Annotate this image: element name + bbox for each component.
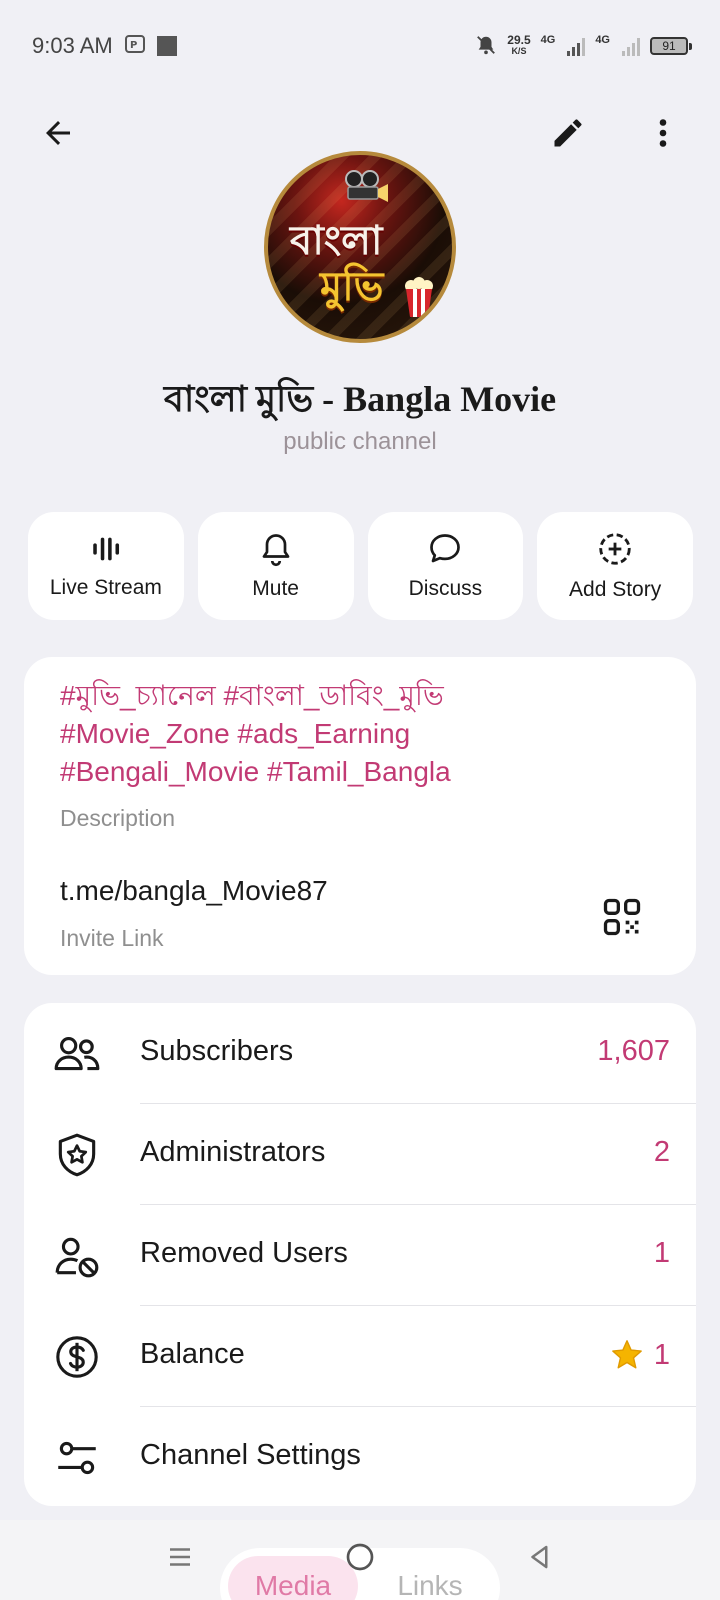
svg-text:P: P (130, 40, 137, 51)
back-button[interactable] (30, 105, 86, 161)
system-back-button[interactable] (515, 1532, 565, 1582)
description-line[interactable]: #Movie_Zone #ads_Earning (60, 715, 660, 753)
channel-settings-row[interactable]: Channel Settings (24, 1407, 696, 1506)
tab-links[interactable]: Links (370, 1556, 490, 1600)
pencil-icon (554, 119, 582, 147)
battery-icon: 91 (650, 37, 692, 55)
mute-button[interactable]: Mute (197, 512, 354, 620)
home-button[interactable] (335, 1532, 385, 1582)
more-vert-icon (659, 119, 667, 147)
balance-value-wrap: 1 (610, 1338, 670, 1372)
description-line[interactable]: #মুভি_চ্যানেল #বাংলা_ডাবিং_মুভি (60, 677, 660, 715)
channel-description[interactable]: #মুভি_চ্যানেল #বাংলা_ডাবিং_মুভি #Movie_Z… (60, 677, 660, 791)
channel-avatar[interactable]: বাংলা মুভি (264, 151, 456, 343)
more-options-button[interactable] (635, 105, 691, 161)
subscribers-label: Subscribers (140, 1035, 294, 1067)
battery-level: 91 (662, 39, 676, 53)
admin-shield-icon (50, 1128, 104, 1182)
mute-label: Mute (252, 577, 299, 600)
balance-amount: 1 (653, 1338, 670, 1371)
subscribers-icon (50, 1027, 104, 1081)
discuss-button[interactable]: Discuss (367, 512, 524, 620)
channel-management-card: Subscribers 1,607 Administrators 2 Remov… (24, 1003, 696, 1506)
description-line[interactable]: #Bengali_Movie #Tamil_Bangla (60, 753, 660, 791)
nfc-icon: P (124, 33, 145, 59)
network-type-2: 4G (595, 33, 610, 46)
channel-title: বাংলা মুভি - Bangla Movie (163, 379, 557, 419)
signal-icon-2 (622, 36, 640, 56)
action-buttons: Live Stream Mute Discuss Add Story (28, 512, 693, 620)
subscribers-row[interactable]: Subscribers 1,607 (24, 1003, 696, 1104)
removed-users-count: 1 (653, 1237, 670, 1269)
add-story-icon (599, 533, 631, 565)
invite-link[interactable]: t.me/bangla_Movie87 (60, 875, 328, 907)
bell-icon (262, 534, 289, 567)
live-stream-button[interactable]: Live Stream (28, 512, 184, 620)
popcorn-icon (405, 277, 433, 317)
chat-bubble-icon (430, 534, 461, 563)
edit-button[interactable] (540, 105, 596, 161)
menu-lines-icon (170, 1548, 190, 1566)
avatar-logo-line2: মুভি (320, 264, 384, 310)
status-time: 9:03 AM (32, 33, 113, 58)
removed-users-label: Removed Users (140, 1237, 348, 1269)
recents-button[interactable] (155, 1532, 205, 1582)
status-bar: 9:03 AM P 29.5 K/S 4G 4G 91 (0, 0, 720, 92)
subscribers-count: 1,607 (597, 1035, 670, 1067)
mute-notification-icon (475, 34, 497, 59)
channel-type: public channel (283, 428, 437, 455)
net-speed: 29.5 K/S (507, 33, 531, 56)
live-stream-icon (93, 537, 119, 561)
qr-code-button[interactable] (594, 889, 650, 945)
live-stream-label: Live Stream (49, 576, 162, 599)
notification-square-icon (156, 36, 177, 56)
channel-settings-label: Channel Settings (140, 1439, 361, 1471)
signal-icon-1 (567, 36, 586, 56)
channel-info-card: #মুভি_চ্যানেল #বাংলা_ডাবিং_মুভি #Movie_Z… (24, 657, 696, 975)
administrators-label: Administrators (140, 1136, 326, 1168)
back-triangle-icon (531, 1545, 548, 1569)
discuss-label: Discuss (408, 577, 483, 600)
administrators-row[interactable]: Administrators 2 (24, 1104, 696, 1205)
network-type-1: 4G (540, 33, 556, 46)
home-circle-icon (346, 1543, 374, 1571)
settings-sliders-icon (50, 1431, 104, 1485)
add-story-button[interactable]: Add Story (537, 512, 693, 620)
balance-row[interactable]: Balance 1 (24, 1306, 696, 1407)
back-arrow-icon (46, 121, 70, 145)
star-icon (611, 1340, 642, 1369)
system-nav-bar: Media Links (0, 1520, 720, 1600)
invite-link-label: Invite Link (60, 925, 164, 951)
removed-user-icon (50, 1229, 104, 1283)
description-label: Description (60, 805, 176, 831)
add-story-label: Add Story (569, 578, 662, 601)
qr-code-icon (603, 898, 641, 936)
dollar-icon (50, 1330, 104, 1384)
balance-label: Balance (140, 1338, 245, 1370)
projector-icon (345, 170, 388, 202)
removed-users-row[interactable]: Removed Users 1 (24, 1205, 696, 1306)
administrators-count: 2 (653, 1136, 670, 1168)
